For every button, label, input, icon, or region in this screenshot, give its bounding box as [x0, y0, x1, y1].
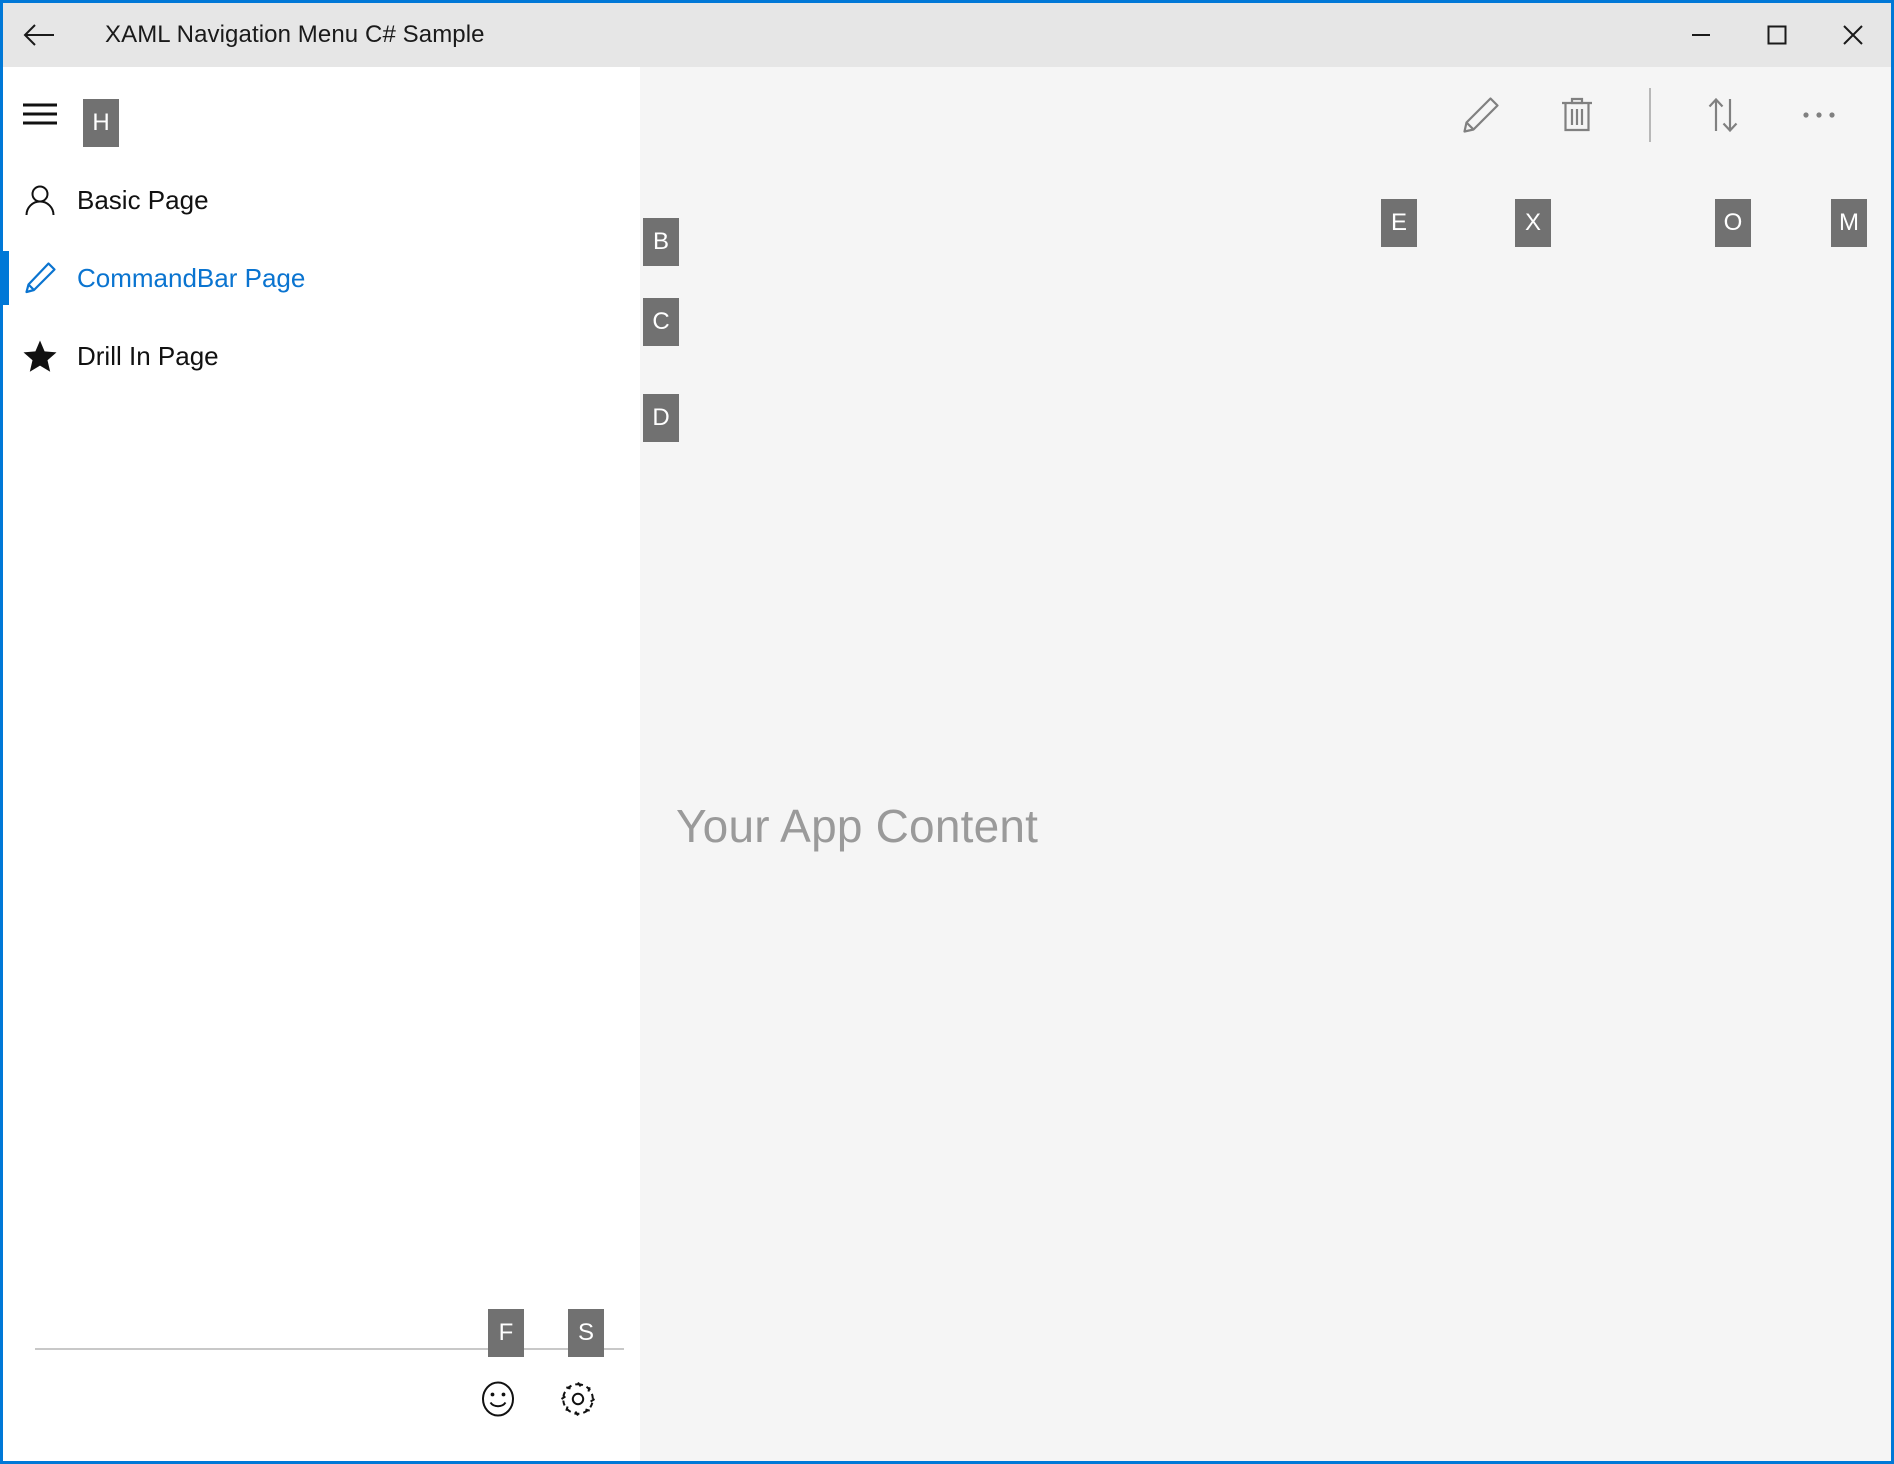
ellipsis-more-icon — [1797, 93, 1841, 137]
pencil-edit-icon — [3, 259, 77, 297]
smiley-face-icon — [478, 1379, 518, 1419]
title-bar: XAML Navigation Menu C# Sample — [3, 3, 1891, 67]
content-placeholder-text: Your App Content — [676, 799, 1038, 853]
keytip-basic-page: B — [643, 218, 679, 266]
sidebar-item-label: CommandBar Page — [77, 263, 305, 294]
caption-buttons — [1663, 3, 1891, 67]
contact-person-icon — [3, 181, 77, 219]
edit-button[interactable] — [1433, 67, 1529, 163]
sidebar-item-label: Drill In Page — [77, 341, 219, 372]
delete-button[interactable] — [1529, 67, 1625, 163]
keytip-feedback: F — [488, 1309, 524, 1357]
settings-button[interactable] — [538, 1363, 618, 1435]
command-bar — [640, 67, 1891, 163]
selection-accent-bar — [3, 173, 9, 227]
body-area: Basic Page CommandBar Page — [3, 67, 1891, 1461]
gear-settings-icon — [558, 1379, 598, 1419]
minimize-button[interactable] — [1663, 3, 1739, 67]
selection-accent-bar — [3, 329, 9, 383]
keytip-settings: S — [568, 1309, 604, 1357]
command-bar-separator — [1649, 88, 1651, 142]
keytip-sort: O — [1715, 199, 1751, 247]
content-area: Your App Content — [640, 67, 1891, 1461]
hamburger-menu-icon — [22, 101, 58, 127]
keytip-delete: X — [1515, 199, 1551, 247]
close-button[interactable] — [1815, 3, 1891, 67]
sidebar-item-drill-in-page[interactable]: Drill In Page — [3, 317, 640, 395]
selection-accent-bar — [3, 251, 9, 305]
maximize-button[interactable] — [1739, 3, 1815, 67]
keytip-commandbar-page: C — [643, 298, 679, 346]
navigation-sidebar: Basic Page CommandBar Page — [3, 67, 640, 1461]
pencil-edit-icon — [1459, 93, 1503, 137]
app-window: XAML Navigation Menu C# Sample — [0, 0, 1894, 1464]
keytip-more: M — [1831, 199, 1867, 247]
sidebar-item-basic-page[interactable]: Basic Page — [3, 161, 640, 239]
window-title: XAML Navigation Menu C# Sample — [105, 21, 485, 49]
sidebar-divider — [35, 1348, 624, 1350]
sidebar-item-commandbar-page[interactable]: CommandBar Page — [3, 239, 640, 317]
more-button[interactable] — [1771, 67, 1867, 163]
sort-arrows-icon — [1701, 93, 1745, 137]
sidebar-item-label: Basic Page — [77, 185, 209, 216]
feedback-button[interactable] — [458, 1363, 538, 1435]
sidebar-bottom-icons — [458, 1363, 618, 1435]
keytip-edit: E — [1381, 199, 1417, 247]
hamburger-menu-button[interactable] — [3, 67, 77, 161]
trash-delete-icon — [1555, 93, 1599, 137]
keytip-hamburger: H — [83, 99, 119, 147]
keytip-drill-in-page: D — [643, 394, 679, 442]
sort-button[interactable] — [1675, 67, 1771, 163]
sidebar-bottom-panel — [3, 1301, 640, 1461]
back-button[interactable] — [3, 3, 77, 67]
star-filled-icon — [3, 337, 77, 375]
